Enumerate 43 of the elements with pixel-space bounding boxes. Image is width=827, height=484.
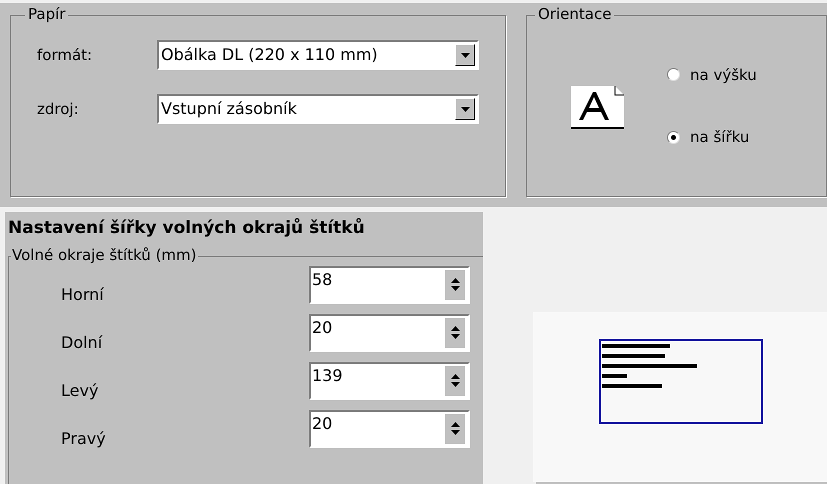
group-title: Papír	[25, 7, 68, 22]
down-arrow-icon	[450, 430, 460, 435]
spin-value: 20	[311, 412, 332, 434]
up-arrow-icon	[450, 422, 460, 427]
margin-label: Horní	[61, 284, 105, 306]
caret-icon	[460, 52, 470, 58]
spin-value: 20	[311, 316, 332, 338]
spin-buttons[interactable]	[445, 414, 465, 444]
spin-field[interactable]: 139	[309, 362, 470, 400]
spin-value: 139	[311, 364, 343, 386]
group-title: Orientace	[535, 7, 614, 22]
spin-buttons[interactable]	[445, 366, 465, 396]
spin-buttons[interactable]	[445, 318, 465, 348]
radio-button[interactable]	[667, 68, 680, 82]
down-arrow-icon	[450, 286, 460, 291]
caret-icon	[460, 106, 470, 112]
field-label: formát:	[37, 44, 94, 66]
margin-label: Dolní	[61, 332, 104, 354]
dropdown-field[interactable]: Obálka DL (220 x 110 mm)	[157, 40, 479, 70]
spin-field[interactable]: 20	[309, 410, 470, 448]
radio-label: na výšku	[690, 64, 757, 86]
spin-field[interactable]: 20	[309, 314, 470, 352]
up-arrow-icon	[450, 326, 460, 331]
up-arrow-icon	[450, 278, 460, 283]
dropdown-button[interactable]	[455, 44, 475, 66]
radio-button[interactable]	[667, 130, 680, 144]
orientation-icon	[571, 84, 625, 128]
spin-value: 58	[311, 268, 332, 290]
dropdown-value: Obálka DL (220 x 110 mm)	[160, 44, 378, 66]
dropdown-field[interactable]: Vstupní zásobník	[157, 94, 479, 124]
margin-label: Levý	[61, 380, 100, 402]
section-heading: Nastavení šířky volných okrajů štítků	[8, 217, 366, 240]
down-arrow-icon	[450, 382, 460, 387]
dropdown-value: Vstupní zásobník	[160, 98, 297, 120]
spin-buttons[interactable]	[445, 270, 465, 300]
margin-label: Pravý	[61, 428, 107, 450]
radio-label: na šířku	[690, 127, 750, 148]
spin-field[interactable]: 58	[309, 266, 470, 304]
down-arrow-icon	[450, 334, 460, 339]
up-arrow-icon	[450, 374, 460, 379]
field-label: zdroj:	[37, 98, 80, 120]
dropdown-button[interactable]	[455, 98, 475, 120]
group-title: Volné okraje štítků (mm)	[11, 248, 198, 262]
